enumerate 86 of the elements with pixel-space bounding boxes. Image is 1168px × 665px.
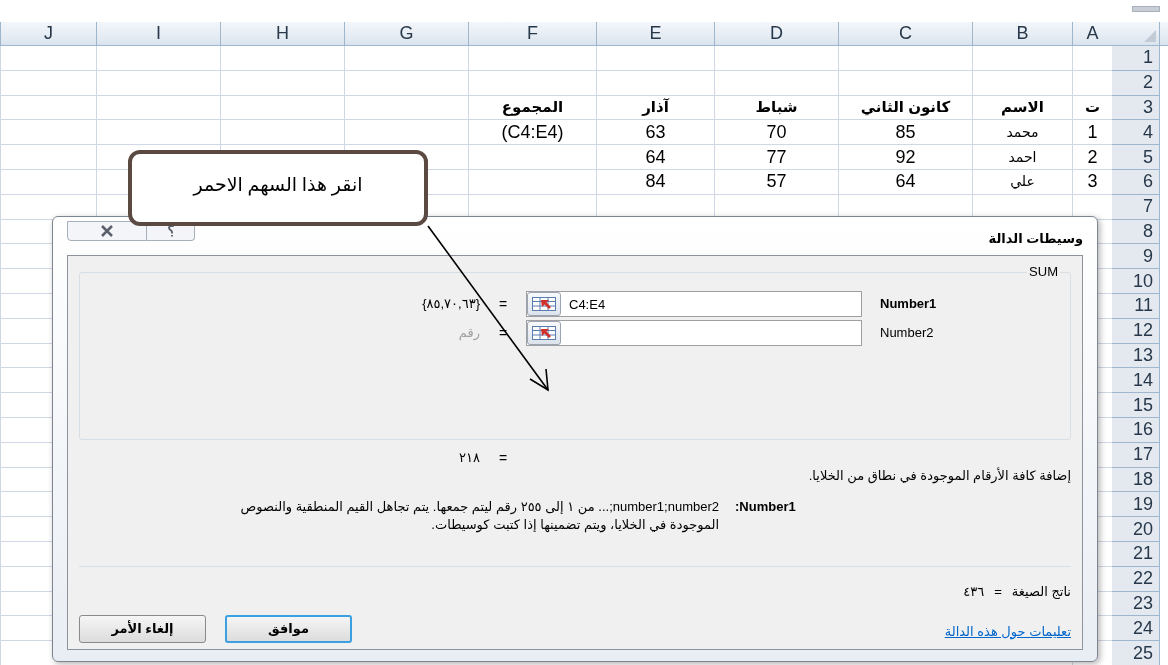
row-header[interactable]: 22	[1112, 566, 1160, 592]
row-header[interactable]: 23	[1112, 591, 1160, 617]
total-value: ٢١٨	[459, 449, 480, 468]
row-header[interactable]: 10	[1112, 269, 1160, 294]
table-cell: 2	[1072, 145, 1112, 170]
row-header[interactable]: 25	[1112, 641, 1160, 665]
table-cell: محمد	[972, 120, 1072, 146]
row-header[interactable]: 8	[1112, 219, 1160, 245]
table-cell	[1072, 46, 1112, 71]
column-header[interactable]: J	[0, 22, 96, 45]
row-header[interactable]: 15	[1112, 393, 1160, 418]
row-header[interactable]: 19	[1112, 492, 1160, 518]
column-header[interactable]: C	[838, 22, 972, 45]
help-icon	[166, 225, 175, 237]
equals-sign: =	[994, 583, 1002, 602]
table-cell: 64	[596, 145, 714, 170]
row-header[interactable]: 5	[1112, 145, 1160, 170]
column-header[interactable]: E	[596, 22, 714, 45]
table-cell: المجموع	[468, 95, 596, 121]
row-header[interactable]: 13	[1112, 343, 1160, 369]
column-header[interactable]: D	[714, 22, 838, 45]
row-header[interactable]: 14	[1112, 368, 1160, 394]
row-header[interactable]: 20	[1112, 517, 1160, 542]
dialog-button[interactable]: موافق	[225, 615, 352, 643]
row-header[interactable]: 2	[1112, 70, 1160, 96]
function-description: إضافة كافة الأرقام الموجودة في نطاق من الخلايا.	[808, 466, 1071, 486]
table-cell: ت	[1072, 95, 1112, 121]
row-header[interactable]: 17	[1112, 442, 1160, 468]
column-header[interactable]: B	[972, 22, 1072, 45]
close-button[interactable]	[67, 221, 147, 241]
dialog-title: وسيطات الدالة	[988, 230, 1083, 248]
argument-help-label: Number1:	[735, 498, 796, 516]
table-cell: 3	[1072, 170, 1112, 195]
row-header[interactable]: 24	[1112, 616, 1160, 642]
column-header[interactable]: I	[96, 22, 220, 45]
split-handle[interactable]	[1132, 6, 1160, 12]
table-cell: احمد	[972, 145, 1072, 170]
table-cell: 70	[714, 120, 838, 146]
range-picker-button[interactable]	[527, 292, 561, 316]
argument-field[interactable]: C4:E4	[526, 291, 862, 317]
table-cell: 77	[714, 145, 838, 170]
table-cell: 92	[838, 145, 972, 170]
table-cell: (C4:E4)	[468, 120, 596, 146]
table-cell: علي	[972, 170, 1072, 195]
formula-result-value: ٤٣٦	[963, 583, 985, 602]
table-cell: كانون الثاني	[838, 95, 972, 121]
argument-label: Number1	[880, 295, 937, 314]
row-header[interactable]: 9	[1112, 244, 1160, 270]
corner-triangle-icon	[1144, 30, 1156, 42]
row-header[interactable]: 1	[1112, 46, 1160, 71]
argument-help-text: number1;number2;... من ١ إلى ٢٥٥ رقم ليتم جمعها. يتم تجاهل القيم المنطقية والنصوص الموجودة في الخلايا، ويتم تضمينها إذا كتبت كوسيطات.	[239, 498, 719, 534]
table-cell: 57	[714, 170, 838, 195]
row-header[interactable]: 16	[1112, 417, 1160, 443]
equals-sign: =	[497, 448, 509, 468]
table-cell: 63	[596, 120, 714, 146]
row-header[interactable]: 7	[1112, 194, 1160, 220]
table-cell: شباط	[714, 95, 838, 121]
table-cell: 1	[1072, 120, 1112, 146]
close-icon	[99, 225, 115, 237]
table-cell: 85	[838, 120, 972, 146]
range-picker-button[interactable]	[527, 321, 561, 345]
argument-field[interactable]	[526, 320, 862, 346]
table-cell: 84	[596, 170, 714, 195]
callout-text: انقر هذا السهم الاحمر	[193, 172, 363, 198]
row-header[interactable]: 21	[1112, 541, 1160, 567]
column-header[interactable]: G	[344, 22, 468, 45]
table-cell	[1072, 70, 1112, 96]
row-header[interactable]: 12	[1112, 318, 1160, 344]
column-header[interactable]: F	[468, 22, 596, 45]
help-link[interactable]: تعليمات حول هذه الدالة	[944, 621, 1071, 641]
row-header[interactable]: 6	[1112, 170, 1160, 195]
row-header[interactable]: 11	[1112, 293, 1160, 319]
table-cell: الاسم	[972, 95, 1072, 121]
row-header[interactable]: 4	[1112, 120, 1160, 146]
column-header[interactable]: A	[1072, 22, 1112, 45]
formula-result-label: ناتج الصيغة	[1011, 583, 1071, 602]
argument-result: رقم	[458, 324, 480, 343]
argument-label: Number2	[880, 324, 934, 343]
table-cell: 64	[838, 170, 972, 195]
row-header[interactable]: 3	[1112, 95, 1160, 121]
column-header[interactable]: H	[220, 22, 344, 45]
equals-sign: =	[497, 294, 509, 314]
dialog-button[interactable]: إلغاء الأمر	[79, 615, 206, 643]
table-cell: آذار	[596, 95, 714, 121]
argument-result: {٨٥,٧٠,٦٣}	[422, 295, 480, 314]
row-header[interactable]: 18	[1112, 467, 1160, 493]
